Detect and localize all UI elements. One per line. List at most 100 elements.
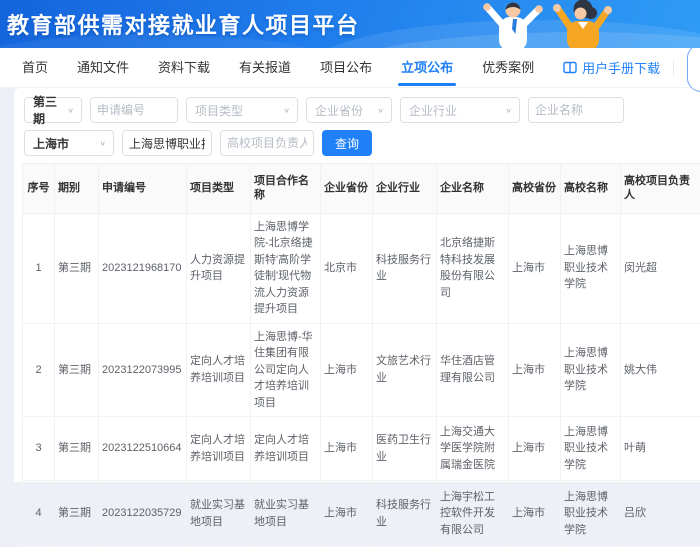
filter-row-2: 上海市 ∨ 查询 bbox=[24, 130, 700, 156]
content-card: 第三期∨项目类型∨企业省份∨企业行业∨ 上海市∨ 查询 序号期别申请编号项目类型… bbox=[14, 88, 700, 482]
table-cell: 上海市 bbox=[509, 323, 561, 417]
filter-row-1: 第三期∨ 项目类型 ∨ 企业省份 ∨ 企业行业 ∨ bbox=[24, 97, 700, 123]
table-cell: 上海思博职业技术学院 bbox=[561, 323, 621, 417]
login-button[interactable]: 登录 ∨ bbox=[687, 44, 700, 92]
column-header-项目合作名称: 项目合作名称 bbox=[251, 164, 321, 214]
table-cell: 第三期 bbox=[55, 481, 99, 547]
book-icon bbox=[563, 61, 577, 74]
table-cell: 定向人才培养培训项目 bbox=[251, 417, 321, 481]
filter-fields-1: 第三期∨ 项目类型 ∨ 企业省份 ∨ 企业行业 ∨ bbox=[24, 97, 632, 123]
table-cell: 2023122035729 bbox=[99, 481, 187, 547]
company-name-input[interactable] bbox=[528, 97, 624, 123]
table-cell: 上海市 bbox=[321, 481, 373, 547]
nav-tab-立项公布[interactable]: 立项公布 bbox=[401, 48, 453, 88]
table-row: 1第三期2023121968170人力资源提升项目上海思博学院-北京络捷斯特'高… bbox=[23, 213, 700, 323]
table-cell: 第三期 bbox=[55, 323, 99, 417]
nav-right: 用户手册下载 登录 ∨ bbox=[563, 44, 700, 92]
top-banner: 教育部供需对接就业育人项目平台 bbox=[0, 0, 700, 48]
table-cell: 吕欣 bbox=[621, 481, 700, 547]
table-cell: 上海市 bbox=[509, 417, 561, 481]
table-cell: 上海思博职业技术学院 bbox=[561, 481, 621, 547]
table-cell: 就业实习基地项目 bbox=[187, 481, 251, 547]
column-header-序号: 序号 bbox=[23, 164, 55, 214]
nav-tabs: 首页通知文件资料下载有关报道项目公布立项公布优秀案例 bbox=[22, 48, 563, 88]
table-cell: 2023121968170 bbox=[99, 213, 187, 323]
table-cell: 2023122510664 bbox=[99, 417, 187, 481]
user-manual-download-link[interactable]: 用户手册下载 bbox=[563, 58, 660, 77]
table-cell: 叶萌 bbox=[621, 417, 700, 481]
table-cell: 上海市 bbox=[509, 481, 561, 547]
table-cell: 姚大伟 bbox=[621, 323, 700, 417]
table-cell: 上海思博职业技术学院 bbox=[561, 417, 621, 481]
table-cell: 上海宇松工控软件开发有限公司 bbox=[437, 481, 509, 547]
table-cell: 1 bbox=[23, 213, 55, 323]
column-header-申请编号: 申请编号 bbox=[99, 164, 187, 214]
table-cell: 2 bbox=[23, 323, 55, 417]
table-cell: 文旅艺术行业 bbox=[373, 323, 437, 417]
divider bbox=[673, 60, 674, 76]
table-cell: 上海思博职业技术学院 bbox=[561, 213, 621, 323]
column-header-企业行业: 企业行业 bbox=[373, 164, 437, 214]
column-header-高校名称: 高校名称 bbox=[561, 164, 621, 214]
column-header-期别: 期别 bbox=[55, 164, 99, 214]
nav-tab-资料下载[interactable]: 资料下载 bbox=[158, 48, 210, 88]
table-cell: 第三期 bbox=[55, 417, 99, 481]
chevron-down-icon: ∨ bbox=[67, 106, 74, 114]
project-type-select[interactable]: 项目类型 ∨ bbox=[186, 97, 298, 123]
table-cell: 3 bbox=[23, 417, 55, 481]
table-cell: 第三期 bbox=[55, 213, 99, 323]
table-cell: 上海市 bbox=[321, 323, 373, 417]
column-header-高校省份: 高校省份 bbox=[509, 164, 561, 214]
company-province-select[interactable]: 企业省份 ∨ bbox=[306, 97, 392, 123]
table-cell: 定向人才培养培训项目 bbox=[187, 323, 251, 417]
column-header-高校项目负责人: 高校项目负责人 bbox=[621, 164, 700, 214]
table-cell: 上海思博学院-北京络捷斯特'高阶学徒制'现代物流人力资源提升项目 bbox=[251, 213, 321, 323]
table-cell: 北京络捷斯特科技发展股份有限公司 bbox=[437, 213, 509, 323]
table-cell: 4 bbox=[23, 481, 55, 547]
table-cell: 2023122073995 bbox=[99, 323, 187, 417]
nav-tab-首页[interactable]: 首页 bbox=[22, 48, 48, 88]
table-row: 2第三期2023122073995定向人才培养培训项目上海思博-华住集团有限公司… bbox=[23, 323, 700, 417]
table-cell: 人力资源提升项目 bbox=[187, 213, 251, 323]
column-header-企业名称: 企业名称 bbox=[437, 164, 509, 214]
table-cell: 上海交通大学医学院附属瑞金医院 bbox=[437, 417, 509, 481]
table-cell: 科技服务行业 bbox=[373, 481, 437, 547]
search-button[interactable]: 查询 bbox=[322, 130, 372, 156]
results-table-wrap: 序号期别申请编号项目类型项目合作名称企业省份企业行业企业名称高校省份高校名称高校… bbox=[22, 163, 700, 547]
table-cell: 定向人才培养培训项目 bbox=[187, 417, 251, 481]
select-value: 企业省份 bbox=[315, 102, 363, 119]
select-value: 企业行业 bbox=[409, 102, 457, 119]
school-name-input[interactable] bbox=[122, 130, 212, 156]
table-cell: 科技服务行业 bbox=[373, 213, 437, 323]
period-select[interactable]: 第三期∨ bbox=[24, 97, 82, 123]
chevron-down-icon: ∨ bbox=[377, 106, 384, 114]
user-manual-label: 用户手册下载 bbox=[582, 58, 660, 77]
school-province-select[interactable]: 上海市 ∨ bbox=[24, 130, 114, 156]
select-value: 第三期 bbox=[33, 93, 63, 127]
nav-tab-有关报道[interactable]: 有关报道 bbox=[239, 48, 291, 88]
table-header-row: 序号期别申请编号项目类型项目合作名称企业省份企业行业企业名称高校省份高校名称高校… bbox=[23, 164, 700, 214]
application-no-input[interactable] bbox=[90, 97, 178, 123]
table-cell: 上海市 bbox=[321, 417, 373, 481]
nav-tab-项目公布[interactable]: 项目公布 bbox=[320, 48, 372, 88]
nav-tab-通知文件[interactable]: 通知文件 bbox=[77, 48, 129, 88]
nav-tab-优秀案例[interactable]: 优秀案例 bbox=[482, 48, 534, 88]
table-cell: 北京市 bbox=[321, 213, 373, 323]
table-row: 3第三期2023122510664定向人才培养培训项目定向人才培养培训项目上海市… bbox=[23, 417, 700, 481]
column-header-项目类型: 项目类型 bbox=[187, 164, 251, 214]
table-cell: 闵光超 bbox=[621, 213, 700, 323]
select-value: 项目类型 bbox=[195, 102, 243, 119]
people-illustration bbox=[458, 0, 648, 48]
table-cell: 上海思博-华住集团有限公司定向人才培养培训项目 bbox=[251, 323, 321, 417]
column-header-企业省份: 企业省份 bbox=[321, 164, 373, 214]
select-value: 上海市 bbox=[33, 135, 69, 152]
person-orange-sweater bbox=[553, 0, 612, 48]
chevron-down-icon: ∨ bbox=[99, 139, 106, 147]
filter-fields-2: 上海市 ∨ bbox=[24, 130, 322, 156]
school-leader-input[interactable] bbox=[220, 130, 314, 156]
company-industry-select[interactable]: 企业行业 ∨ bbox=[400, 97, 520, 123]
table-cell: 就业实习基地项目 bbox=[251, 481, 321, 547]
table-cell: 医药卫生行业 bbox=[373, 417, 437, 481]
chevron-down-icon: ∨ bbox=[283, 106, 290, 114]
chevron-down-icon: ∨ bbox=[505, 106, 512, 114]
